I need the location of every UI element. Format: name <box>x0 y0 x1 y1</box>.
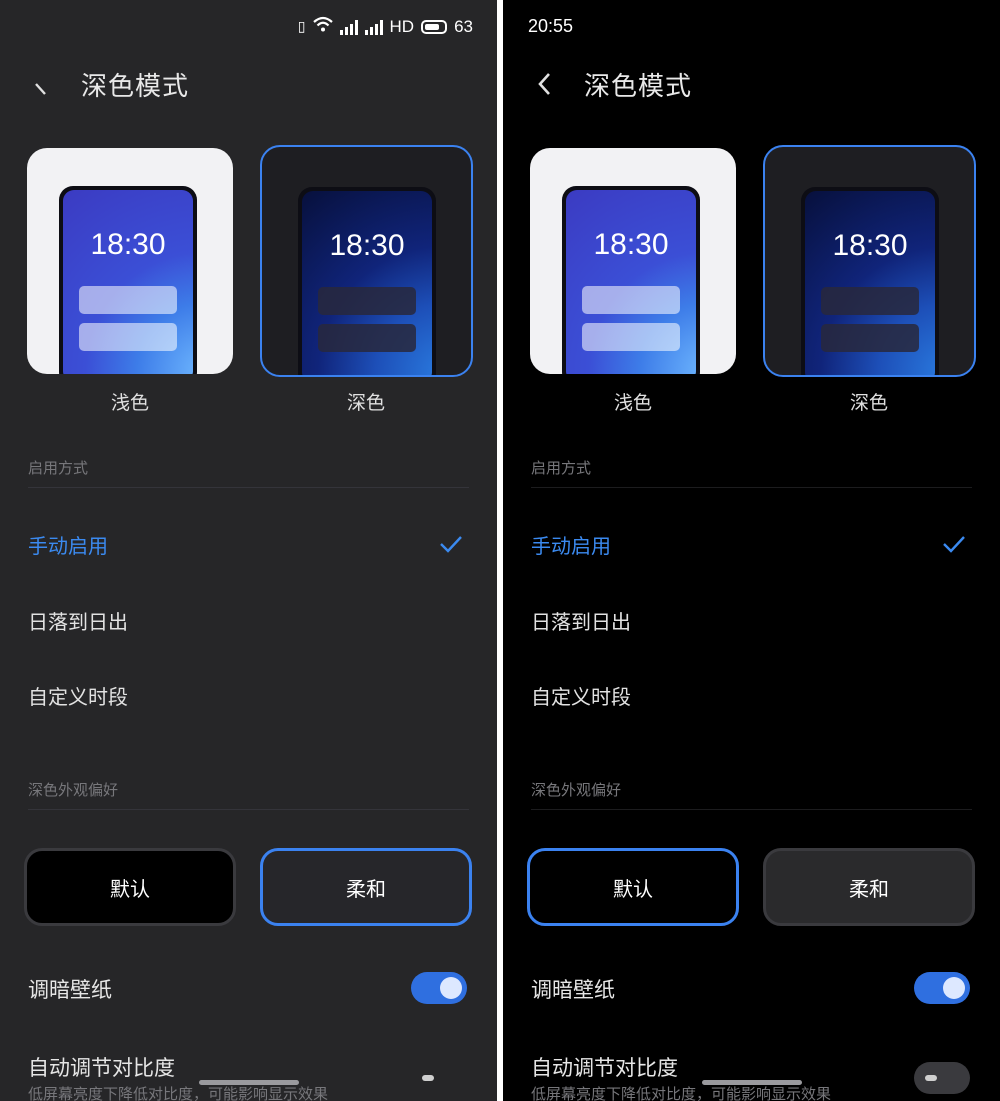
vibrate-icon: ▯ <box>297 18 306 34</box>
wifi-icon <box>312 16 333 37</box>
battery-level: 63 <box>454 16 473 36</box>
home-indicator[interactable] <box>199 1080 299 1085</box>
phone-preview: 18:30 <box>562 186 700 374</box>
page-title: 深色模式 <box>584 72 693 102</box>
status-time: 20:55 <box>528 16 574 36</box>
option-label: 自定义时段 <box>28 685 128 709</box>
theme-label-dark: 深色 <box>346 392 385 414</box>
screen-deep: 20:55 深色模式 18:30 浅色 18:30 深色 启用方式 手动启用 日… <box>503 0 1000 1101</box>
section-enable-mode: 启用方式 <box>28 459 89 477</box>
option-label: 自定义时段 <box>531 685 631 709</box>
option-sunset-sunrise[interactable]: 日落到日出 <box>531 606 972 646</box>
check-icon <box>440 536 462 553</box>
phone-preview: 18:30 <box>298 187 436 375</box>
section-appearance: 深色外观偏好 <box>28 781 119 799</box>
theme-card-dark[interactable]: 18:30 <box>763 145 976 377</box>
header: 深色模式 <box>503 62 1000 106</box>
divider <box>531 809 972 810</box>
auto-contrast-description: 低屏幕亮度下降低对比度，可能影响显示效果 <box>28 1085 329 1101</box>
divider <box>28 809 469 810</box>
theme-card-light[interactable]: 18:30 <box>530 148 736 374</box>
page-title: 深色模式 <box>81 72 190 102</box>
theme-label-light: 浅色 <box>110 392 149 414</box>
auto-contrast-toggle[interactable] <box>914 1062 970 1094</box>
auto-contrast-toggle[interactable] <box>411 1062 467 1094</box>
theme-label-dark: 深色 <box>849 392 888 414</box>
option-label: 日落到日出 <box>531 610 631 634</box>
battery-icon <box>421 19 448 34</box>
auto-contrast-label: 自动调节对比度 <box>28 1056 175 1080</box>
appearance-soft-button[interactable]: 柔和 <box>763 848 975 926</box>
screen-soft: ▯ HD 63 深色模式 18:30 浅色 18:30 深色 启用方式 手动启用 <box>0 0 497 1101</box>
auto-contrast-label: 自动调节对比度 <box>531 1056 678 1080</box>
auto-contrast-description: 低屏幕亮度下降低对比度，可能影响显示效果 <box>531 1085 832 1101</box>
dim-wallpaper-toggle[interactable] <box>411 972 467 1004</box>
preview-clock: 18:30 <box>832 229 908 262</box>
section-enable-mode: 启用方式 <box>531 459 592 477</box>
phone-preview: 18:30 <box>59 186 197 374</box>
network-type: HD <box>389 16 415 36</box>
option-manual[interactable]: 手动启用 <box>28 530 469 570</box>
theme-card-dark[interactable]: 18:30 <box>260 145 473 377</box>
section-appearance: 深色外观偏好 <box>531 781 622 799</box>
option-manual[interactable]: 手动启用 <box>531 530 972 570</box>
option-custom-time[interactable]: 自定义时段 <box>531 681 972 721</box>
status-bar: ▯ HD 63 <box>0 14 497 38</box>
dim-wallpaper-toggle[interactable] <box>914 972 970 1004</box>
dim-wallpaper-label: 调暗壁纸 <box>531 978 615 1002</box>
preview-clock: 18:30 <box>329 229 405 262</box>
theme-label-light: 浅色 <box>613 392 652 414</box>
header: 深色模式 <box>0 62 497 106</box>
option-sunset-sunrise[interactable]: 日落到日出 <box>28 606 469 646</box>
preview-clock: 18:30 <box>593 228 669 261</box>
appearance-default-button[interactable]: 默认 <box>24 848 236 926</box>
appearance-default-button[interactable]: 默认 <box>527 848 739 926</box>
appearance-soft-button[interactable]: 柔和 <box>260 848 472 926</box>
phone-preview: 18:30 <box>801 187 939 375</box>
option-custom-time[interactable]: 自定义时段 <box>28 681 469 721</box>
back-icon[interactable] <box>531 70 559 98</box>
option-label: 日落到日出 <box>28 610 128 634</box>
status-icons: ▯ HD 63 <box>298 16 473 37</box>
home-indicator[interactable] <box>702 1080 802 1085</box>
signal-2-icon <box>364 19 383 35</box>
check-icon <box>943 536 965 553</box>
option-label: 手动启用 <box>28 534 108 558</box>
theme-card-light[interactable]: 18:30 <box>27 148 233 374</box>
status-bar: 20:55 <box>503 14 1000 38</box>
option-label: 手动启用 <box>531 534 611 558</box>
preview-clock: 18:30 <box>90 228 166 261</box>
back-icon[interactable] <box>28 70 56 98</box>
divider <box>531 487 972 488</box>
signal-1-icon <box>339 19 358 35</box>
divider <box>28 487 469 488</box>
dim-wallpaper-label: 调暗壁纸 <box>28 978 112 1002</box>
